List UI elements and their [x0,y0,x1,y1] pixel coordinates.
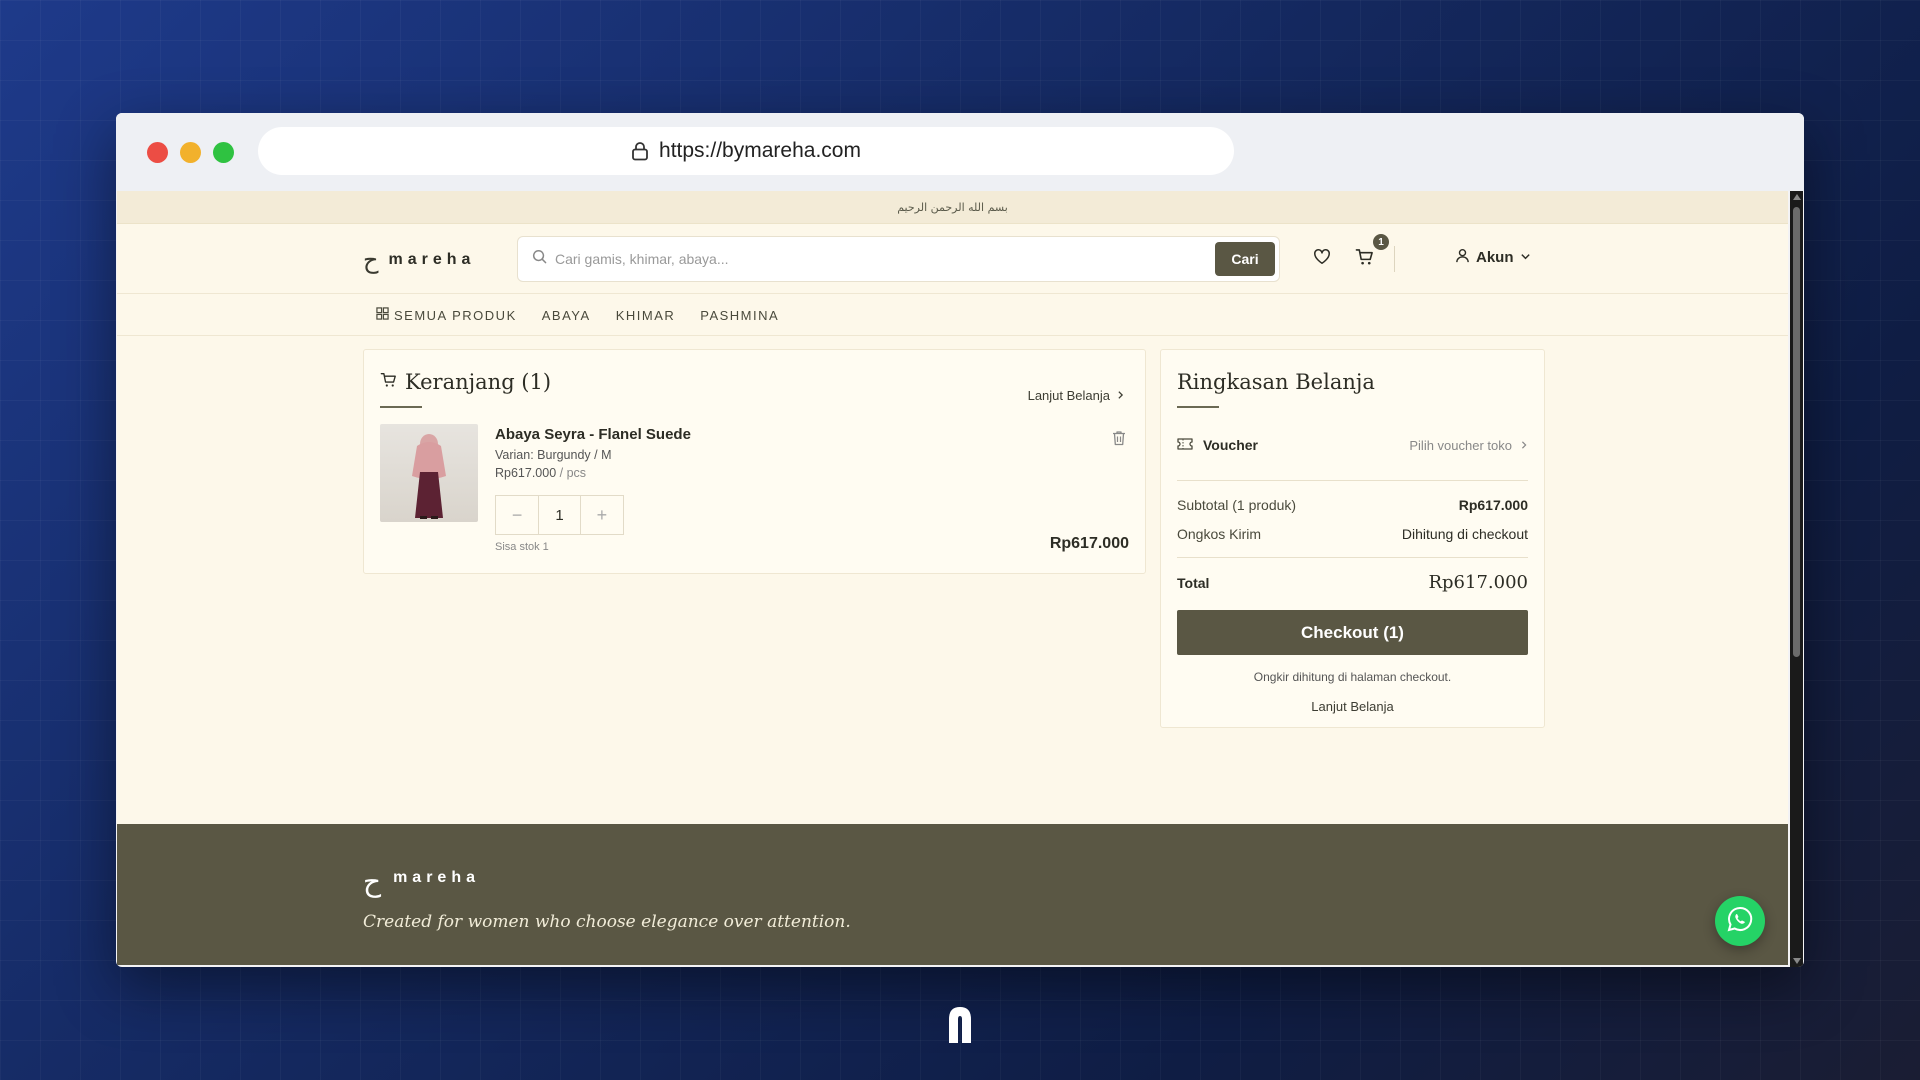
total-label: Total [1177,574,1210,591]
stock-remaining: Sisa stok 1 [495,541,549,553]
nav-item-label: SEMUA PRODUK [394,307,517,323]
summary-title: Ringkasan Belanja [1177,370,1375,394]
category-nav: SEMUA PRODUK ABAYA KHIMAR PASHMINA [117,294,1788,336]
decrease-quantity-button[interactable]: − [496,496,538,534]
summary-title-underline [1177,406,1219,408]
cart-panel: Keranjang (1) Lanjut Belanja Abaya Seyra [363,349,1146,574]
footer-tagline: Created for women who choose elegance ov… [363,912,851,932]
shipping-note: Ongkir dihitung di halaman checkout. [1253,670,1452,684]
top-banner: بسم الله الرحمن الرحيم [117,191,1788,224]
footer-logo-wordmark: mareha [393,869,480,886]
voucher-label: Voucher [1203,437,1258,453]
browser-window: https://bymareha.com بسم الله الرحمن الر… [116,113,1804,967]
product-name[interactable]: Abaya Seyra - Flanel Suede [495,426,691,443]
chevron-right-icon [1520,438,1528,453]
cart-title-underline [380,406,422,408]
total-value: Rp617.000 [1428,572,1528,593]
voucher-row[interactable]: Voucher Pilih voucher toko [1177,437,1528,453]
voucher-action: Pilih voucher toko [1409,437,1512,453]
whatsapp-icon [1726,905,1754,938]
nav-item-abaya[interactable]: ABAYA [542,307,591,323]
nav-item-semua-produk[interactable]: SEMUA PRODUK [376,307,517,323]
subtotal-value: Rp617.000 [1458,497,1528,513]
product-variant: Varian: Burgundy / M [495,448,612,462]
subtotal-row: Subtotal (1 produk) Rp617.000 [1177,497,1528,513]
shipping-label: Ongkos Kirim [1177,526,1262,542]
account-menu[interactable]: Akun [1455,248,1531,267]
cart-icon[interactable] [1355,248,1374,271]
scrollbar-thumb[interactable] [1793,207,1800,657]
cart-count-badge: 1 [1373,234,1389,250]
scroll-up-arrow[interactable] [1793,194,1801,200]
account-label: Akun [1476,249,1514,266]
grid-icon [376,307,389,323]
lock-icon [631,141,649,161]
search-bar: Cari [517,236,1280,282]
cart-icon [380,372,397,393]
browser-titlebar: https://bymareha.com [116,113,1804,191]
checkout-button[interactable]: Checkout (1) [1177,610,1528,655]
logo-mark: ح [363,246,379,274]
unit-price-suffix: / pcs [559,466,587,480]
search-button[interactable]: Cari [1215,242,1275,276]
continue-shopping-link[interactable]: Lanjut Belanja [1028,388,1125,403]
app-logo-icon [945,1003,975,1050]
site-header: ح mareha Cari 1 Akun [117,224,1788,294]
quantity-stepper: − 1 + [495,495,624,535]
footer-logo[interactable]: ح mareha [363,868,480,896]
header-divider [1394,246,1395,272]
unit-price-value: Rp617.000 [495,466,557,480]
page-viewport: بسم الله الرحمن الرحيم ح mareha Cari 1 [117,191,1788,965]
shipping-value: Dihitung di checkout [1401,526,1528,542]
url-text: https://bymareha.com [659,139,861,162]
site-footer: ح mareha Created for women who choose el… [117,824,1788,965]
trash-icon[interactable] [1112,430,1126,451]
chevron-right-icon [1116,388,1125,403]
cart-title: Keranjang (1) [405,370,552,394]
search-icon [532,249,547,269]
ticket-icon [1177,437,1193,453]
shipping-row: Ongkos Kirim Dihitung di checkout [1177,526,1528,542]
total-row: Total Rp617.000 [1177,572,1528,593]
order-summary-panel: Ringkasan Belanja Voucher Pilih voucher … [1160,349,1545,728]
increase-quantity-button[interactable]: + [581,496,623,534]
nav-item-pashmina[interactable]: PASHMINA [700,307,779,323]
minimize-window-button[interactable] [180,142,201,163]
footer-logo-mark: ح [363,865,382,898]
nav-item-khimar[interactable]: KHIMAR [616,307,676,323]
product-unit-price: Rp617.000 / pcs [495,466,586,480]
maximize-window-button[interactable] [213,142,234,163]
quantity-value[interactable]: 1 [538,496,581,534]
continue-shopping-link[interactable]: Lanjut Belanja [1177,699,1528,714]
whatsapp-chat-button[interactable] [1715,896,1765,946]
continue-shopping-label: Lanjut Belanja [1027,388,1110,403]
subtotal-label: Subtotal (1 produk) [1177,497,1297,513]
line-total: Rp617.000 [1049,535,1129,552]
scroll-down-arrow[interactable] [1793,958,1801,964]
page-scrollbar[interactable] [1790,191,1803,967]
address-bar[interactable]: https://bymareha.com [258,127,1234,175]
summary-divider [1177,480,1528,481]
heart-icon[interactable] [1313,248,1331,270]
cart-heading: Keranjang (1) [380,370,551,394]
search-input[interactable] [555,251,1215,267]
site-logo[interactable]: ح mareha [363,248,475,272]
product-thumbnail[interactable] [380,424,478,522]
close-window-button[interactable] [147,142,168,163]
summary-divider [1177,557,1528,558]
logo-wordmark: mareha [388,251,476,268]
chevron-down-icon [1520,249,1531,266]
user-icon [1455,248,1470,267]
